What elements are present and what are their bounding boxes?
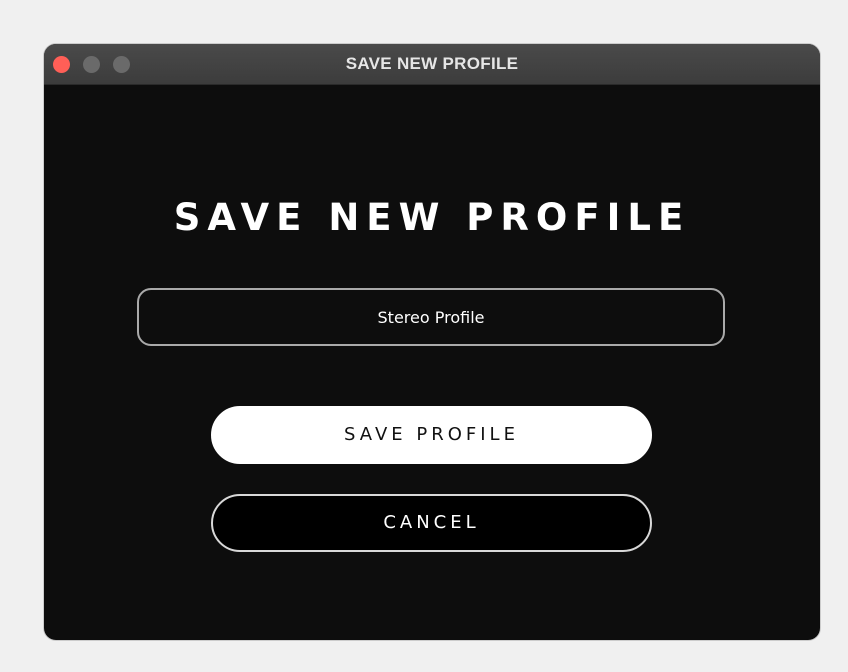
cancel-button[interactable]: CANCEL	[211, 494, 652, 552]
save-profile-window: SAVE NEW PROFILE SAVE NEW PROFILE SAVE P…	[44, 44, 820, 640]
save-profile-button[interactable]: SAVE PROFILE	[211, 406, 652, 464]
dialog-heading: SAVE NEW PROFILE	[173, 196, 691, 239]
profile-name-input[interactable]	[137, 288, 725, 346]
window-titlebar[interactable]: SAVE NEW PROFILE	[44, 44, 820, 85]
window-title: SAVE NEW PROFILE	[345, 54, 519, 73]
